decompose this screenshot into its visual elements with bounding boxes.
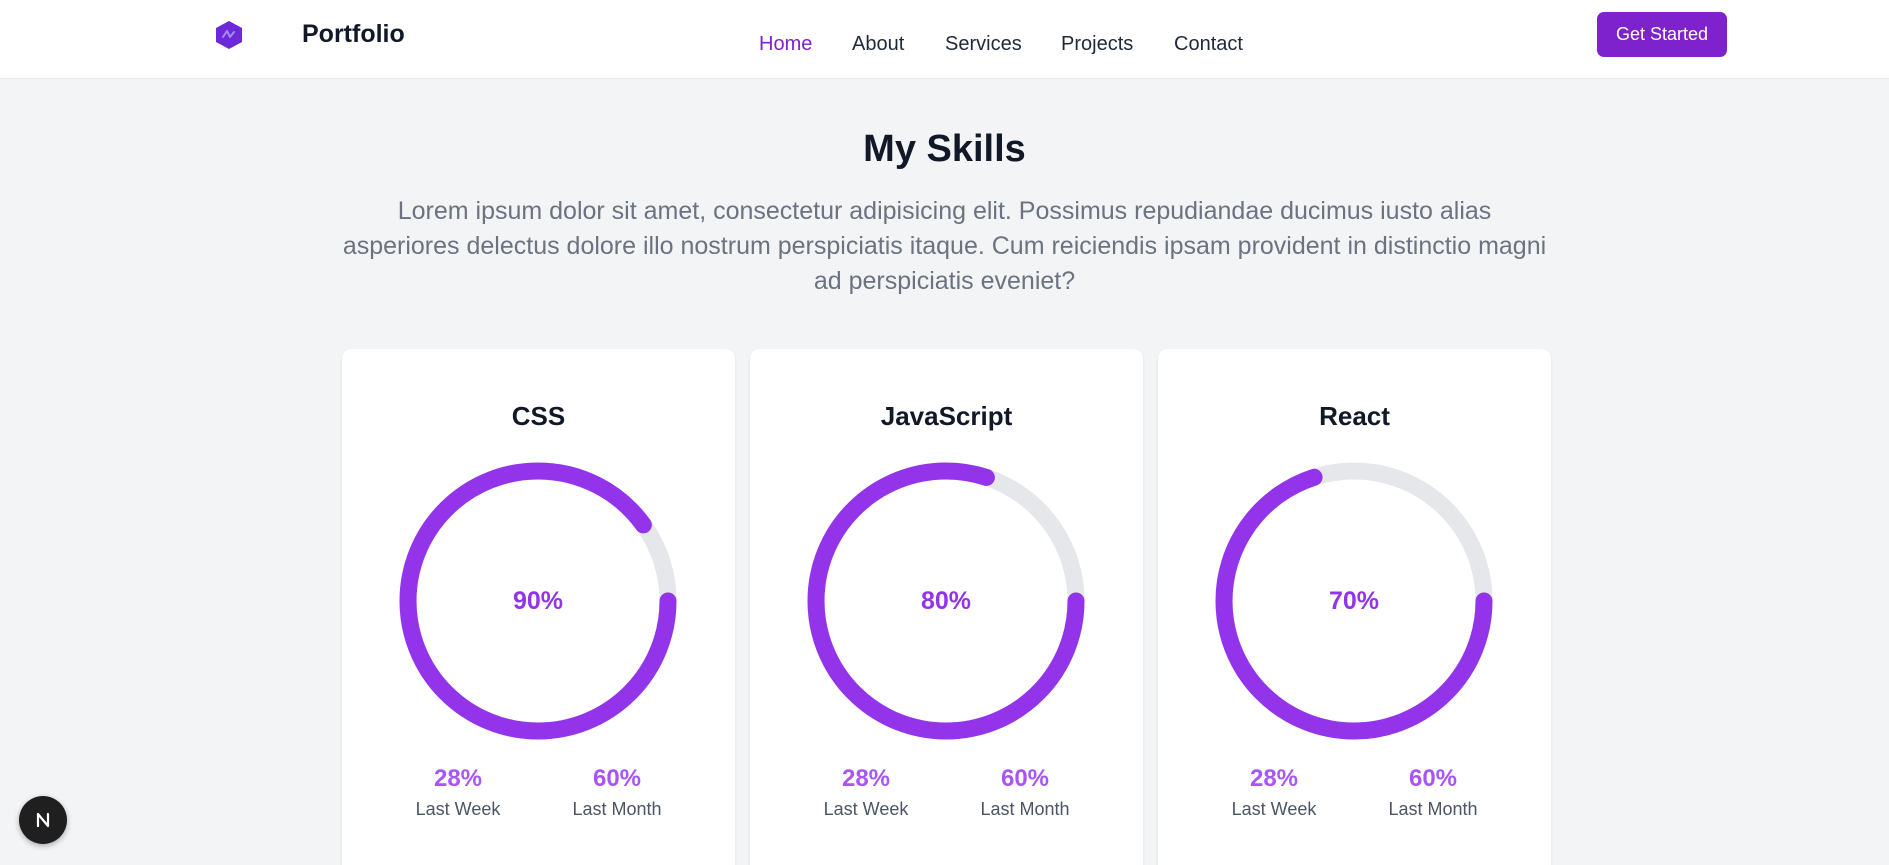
skill-card-javascript: JavaScript 80% 28% Last Week 60% Last Mo… <box>750 349 1143 865</box>
section-description: Lorem ipsum dolor sit amet, consectetur … <box>342 197 1547 295</box>
nav-link-projects[interactable]: Projects <box>1061 33 1133 56</box>
section-title: My Skills <box>863 128 1026 170</box>
last-week-label: Last Week <box>823 799 909 819</box>
last-month-label: Last Month <box>572 799 662 819</box>
last-month-stat: 60% Last Month <box>1353 765 1513 820</box>
progress-ring: 70% <box>1214 461 1494 741</box>
last-month-stat: 60% Last Month <box>945 765 1105 820</box>
get-started-button[interactable]: Get Started <box>1597 12 1727 57</box>
skill-card-react: React 70% 28% Last Week 60% Last Month <box>1158 349 1551 865</box>
nav-link-contact[interactable]: Contact <box>1174 33 1243 56</box>
last-week-stat: 28% Last Week <box>786 765 946 820</box>
nav-link-about[interactable]: About <box>852 33 904 56</box>
progress-ring: 80% <box>806 461 1086 741</box>
last-week-label: Last Week <box>415 799 501 819</box>
progress-ring: 90% <box>398 461 678 741</box>
progress-percent: 80% <box>920 586 972 615</box>
skill-card-title: React <box>1319 401 1390 431</box>
last-week-value: 28% <box>1249 765 1299 792</box>
last-week-value: 28% <box>433 765 483 792</box>
progress-percent: 90% <box>512 586 564 615</box>
nav-link-services[interactable]: Services <box>945 33 1022 56</box>
nav-link-home[interactable]: Home <box>759 33 812 56</box>
last-week-value: 28% <box>841 765 891 792</box>
navbar: Portfolio Home About Services Projects C… <box>0 0 1889 79</box>
last-month-label: Last Month <box>980 799 1070 819</box>
last-month-value: 60% <box>1408 765 1458 792</box>
last-month-label: Last Month <box>1388 799 1478 819</box>
nextjs-n-icon[interactable] <box>19 796 67 844</box>
skill-card-css: CSS 90% 28% Last Week 60% Last Month <box>342 349 735 865</box>
last-month-value: 60% <box>592 765 642 792</box>
skill-card-title: JavaScript <box>880 401 1013 431</box>
last-week-stat: 28% Last Week <box>378 765 538 820</box>
progress-percent: 70% <box>1328 586 1380 615</box>
last-week-stat: 28% Last Week <box>1194 765 1354 820</box>
last-week-label: Last Week <box>1231 799 1317 819</box>
last-month-stat: 60% Last Month <box>537 765 697 820</box>
skill-card-title: CSS <box>511 401 566 431</box>
last-month-value: 60% <box>1000 765 1050 792</box>
